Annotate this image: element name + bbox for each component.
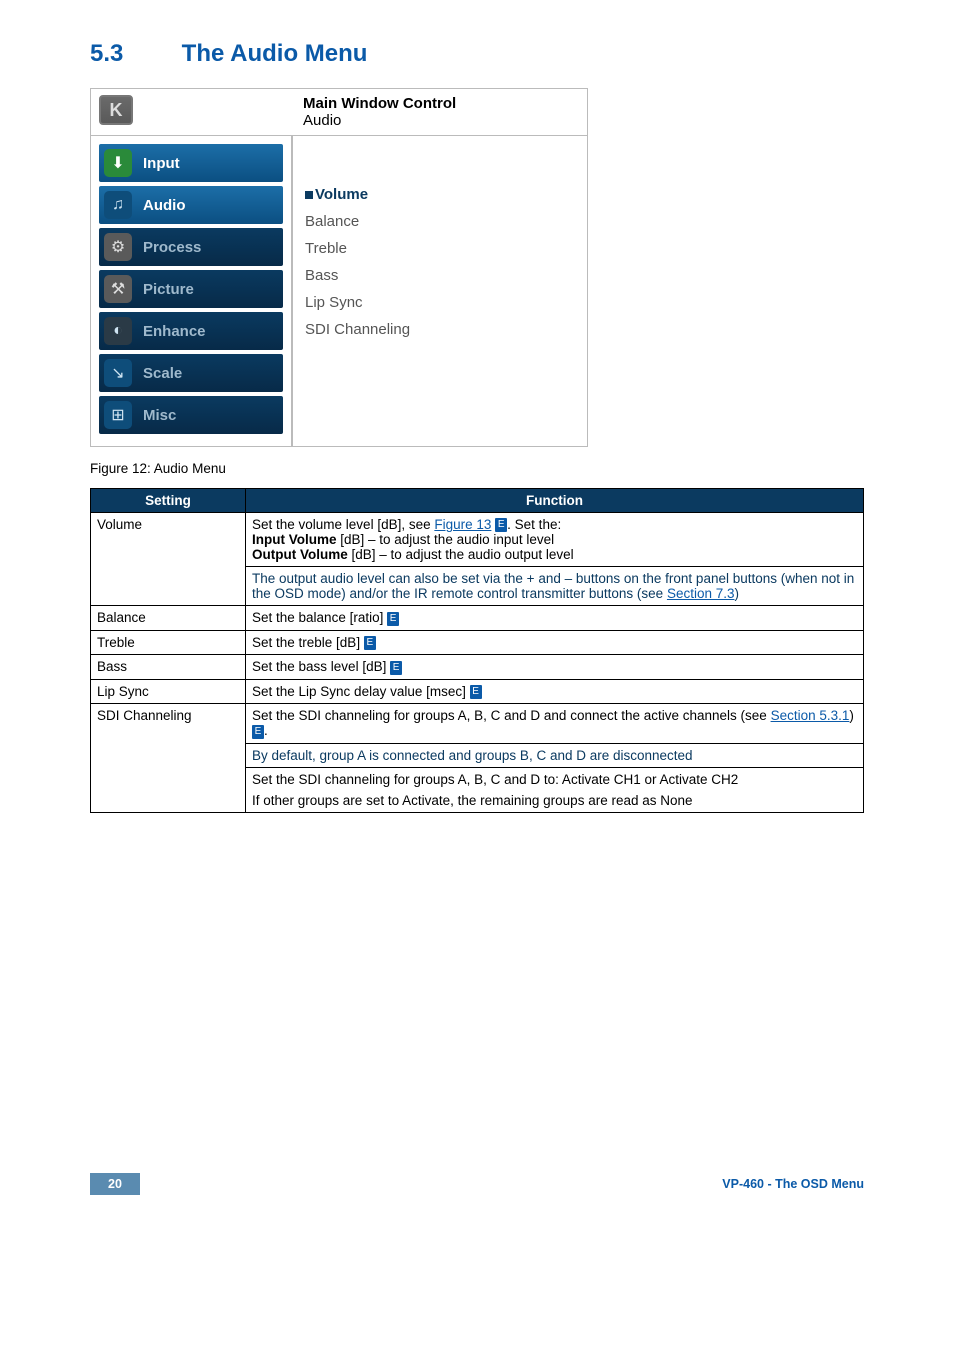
menu-misc[interactable]: ⊞ Misc bbox=[99, 396, 283, 434]
menu-picture[interactable]: ⚒ Picture bbox=[99, 270, 283, 308]
menu-label: Process bbox=[143, 239, 201, 256]
text: [dB] – to adjust the audio input level bbox=[337, 532, 555, 547]
text: Set the balance [ratio] bbox=[252, 610, 387, 625]
th-setting: Setting bbox=[91, 489, 246, 513]
slider-icon: E bbox=[364, 636, 376, 650]
content-item-volume[interactable]: Volume bbox=[305, 186, 577, 203]
link-section531[interactable]: Section 5.3.1 bbox=[771, 708, 850, 723]
table-row: Treble Set the treble [dB] E bbox=[91, 630, 864, 654]
cell-setting: Balance bbox=[91, 606, 246, 630]
bold-text: Input Volume bbox=[252, 532, 337, 547]
text: Set the treble [dB] bbox=[252, 635, 364, 650]
link-figure13[interactable]: Figure 13 bbox=[434, 517, 491, 532]
menu-input[interactable]: ⬇ Input bbox=[99, 144, 283, 182]
content-item-label: Treble bbox=[305, 240, 347, 257]
slider-icon: E bbox=[390, 661, 402, 675]
text: Set the Lip Sync delay value [msec] bbox=[252, 684, 470, 699]
cell-function: Set the bass level [dB] E bbox=[246, 655, 864, 679]
content-item-balance[interactable]: Balance bbox=[305, 213, 577, 230]
content-item-treble[interactable]: Treble bbox=[305, 240, 577, 257]
text: Set the bass level [dB] bbox=[252, 659, 390, 674]
table-row: Bass Set the bass level [dB] E bbox=[91, 655, 864, 679]
menu-audio-icon: ♫ bbox=[103, 190, 133, 220]
page-footer: 20 VP-460 - The OSD Menu bbox=[90, 1173, 864, 1195]
cell-note: By default, group A is connected and gro… bbox=[246, 743, 864, 767]
text: If other groups are set to Activate, the… bbox=[252, 793, 857, 808]
cell-function: Set the volume level [dB], see Figure 13… bbox=[246, 513, 864, 567]
text: Set the SDI channeling for groups A, B, … bbox=[252, 708, 771, 723]
osd-sidebar: ⬇ Input ♫ Audio ⚙ Process ⚒ Picture ◐ Enhance ↘ Sca… bbox=[91, 136, 291, 446]
slider-icon: E bbox=[387, 612, 399, 626]
cell-note: The output audio level can also be set v… bbox=[246, 567, 864, 606]
menu-label: Enhance bbox=[143, 323, 206, 340]
menu-label: Misc bbox=[143, 407, 176, 424]
slider-icon: E bbox=[495, 518, 507, 532]
text: ) bbox=[849, 708, 854, 723]
th-function: Function bbox=[246, 489, 864, 513]
menu-enhance-icon: ◐ bbox=[103, 316, 133, 346]
cell-setting: Lip Sync bbox=[91, 679, 246, 703]
figure-caption: Figure 12: Audio Menu bbox=[90, 461, 864, 476]
section-number: 5.3 bbox=[90, 40, 175, 68]
cell-setting: Bass bbox=[91, 655, 246, 679]
content-item-label: Volume bbox=[315, 186, 368, 203]
text: ) bbox=[734, 586, 739, 601]
content-item-lip-sync[interactable]: Lip Sync bbox=[305, 294, 577, 311]
table-row: Volume Set the volume level [dB], see Fi… bbox=[91, 513, 864, 567]
osd-screenshot: K Main Window Control Audio ⬇ Input ♫ Audio… bbox=[90, 88, 588, 447]
section-title: The Audio Menu bbox=[182, 40, 368, 67]
osd-header-text: Main Window Control Audio bbox=[303, 95, 456, 129]
menu-label: Audio bbox=[143, 197, 186, 214]
menu-audio[interactable]: ♫ Audio bbox=[99, 186, 283, 224]
menu-scale-icon: ↘ bbox=[103, 358, 133, 388]
text: Set the SDI channeling for groups A, B, … bbox=[252, 772, 857, 787]
section-heading: 5.3 The Audio Menu bbox=[90, 40, 864, 68]
link-section73[interactable]: Section 7.3 bbox=[667, 586, 735, 601]
bold-text: Output Volume bbox=[252, 547, 348, 562]
content-item-sdi-channeling[interactable]: SDI Channeling bbox=[305, 321, 577, 338]
menu-input-icon: ⬇ bbox=[103, 148, 133, 178]
menu-process-icon: ⚙ bbox=[103, 232, 133, 262]
cell-setting: Volume bbox=[91, 513, 246, 606]
content-item-label: SDI Channeling bbox=[305, 321, 410, 338]
slider-icon: E bbox=[252, 725, 264, 739]
menu-enhance[interactable]: ◐ Enhance bbox=[99, 312, 283, 350]
menu-scale[interactable]: ↘ Scale bbox=[99, 354, 283, 392]
brand-logo-icon: K bbox=[99, 95, 133, 125]
menu-label: Picture bbox=[143, 281, 194, 298]
cell-setting: SDI Channeling bbox=[91, 704, 246, 812]
settings-table: Setting Function Volume Set the volume l… bbox=[90, 488, 864, 813]
menu-misc-icon: ⊞ bbox=[103, 400, 133, 430]
cell-function: Set the SDI channeling for groups A, B, … bbox=[246, 767, 864, 812]
page-number: 20 bbox=[90, 1173, 140, 1195]
selection-bullet-icon bbox=[305, 191, 313, 199]
slider-icon: E bbox=[470, 685, 482, 699]
content-item-label: Lip Sync bbox=[305, 294, 363, 311]
cell-function: Set the treble [dB] E bbox=[246, 630, 864, 654]
text: The output audio level can also be set v… bbox=[252, 571, 854, 601]
cell-function: Set the Lip Sync delay value [msec] E bbox=[246, 679, 864, 703]
table-row: SDI Channeling Set the SDI channeling fo… bbox=[91, 704, 864, 743]
osd-header-line2: Audio bbox=[303, 112, 456, 129]
table-row: Lip Sync Set the Lip Sync delay value [m… bbox=[91, 679, 864, 703]
osd-header: K Main Window Control Audio bbox=[91, 89, 587, 135]
menu-process[interactable]: ⚙ Process bbox=[99, 228, 283, 266]
osd-header-line1: Main Window Control bbox=[303, 95, 456, 112]
osd-body: ⬇ Input ♫ Audio ⚙ Process ⚒ Picture ◐ Enhance ↘ Sca… bbox=[91, 135, 587, 446]
menu-label: Scale bbox=[143, 365, 182, 382]
text: Set the volume level [dB], see bbox=[252, 517, 434, 532]
cell-function: Set the balance [ratio] E bbox=[246, 606, 864, 630]
footer-text: VP-460 - The OSD Menu bbox=[722, 1177, 864, 1191]
content-item-label: Bass bbox=[305, 267, 338, 284]
osd-content: Volume Balance Treble Bass Lip Sync SDI Chann… bbox=[291, 136, 587, 446]
text: . Set the: bbox=[507, 517, 561, 532]
menu-label: Input bbox=[143, 155, 180, 172]
text: [dB] – to adjust the audio output level bbox=[348, 547, 574, 562]
content-item-bass[interactable]: Bass bbox=[305, 267, 577, 284]
cell-function: Set the SDI channeling for groups A, B, … bbox=[246, 704, 864, 743]
content-item-label: Balance bbox=[305, 213, 359, 230]
table-row: Balance Set the balance [ratio] E bbox=[91, 606, 864, 630]
cell-setting: Treble bbox=[91, 630, 246, 654]
menu-picture-icon: ⚒ bbox=[103, 274, 133, 304]
